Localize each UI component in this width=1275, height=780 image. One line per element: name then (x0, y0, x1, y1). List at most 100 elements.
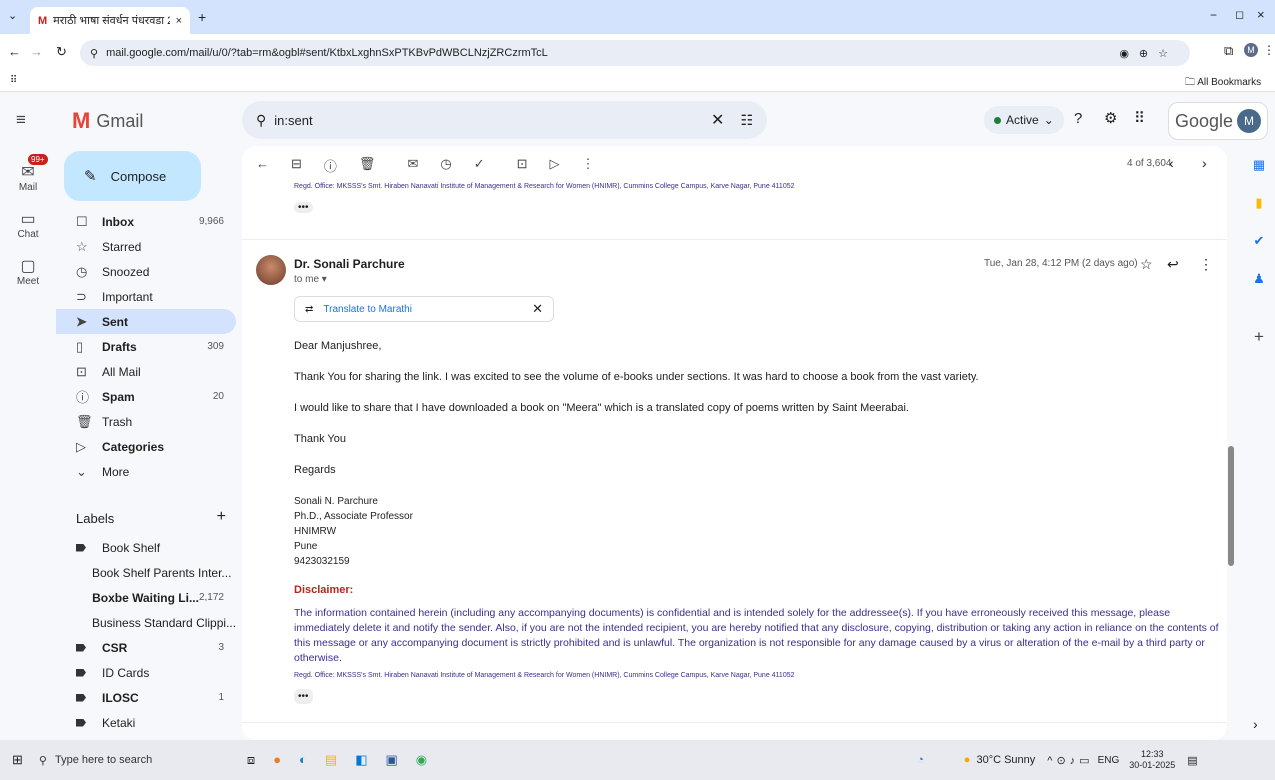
label-icon[interactable]: ▷ (550, 156, 560, 175)
extensions-icon[interactable]: ⧉ (1224, 43, 1233, 59)
rail-chat[interactable]: ▭ Chat (0, 209, 56, 240)
chevron-down-icon: ⌄ (76, 463, 87, 479)
status-selector[interactable]: Active ⌄ (984, 106, 1064, 134)
google-apps-icon[interactable]: ⠿ (1134, 109, 1145, 127)
sender-avatar[interactable] (256, 255, 286, 285)
tasks-icon[interactable]: ✔ (1243, 222, 1275, 260)
chrome-icon[interactable]: ◉ (416, 752, 427, 768)
nav-item-all-mail[interactable]: ⊡ All Mail (56, 359, 236, 384)
nav-item-trash[interactable]: 🗑 Trash (56, 409, 236, 434)
nav-item-spam[interactable]: ⓘ Spam 20 (56, 384, 236, 409)
report-spam-icon[interactable]: ⓘ (324, 156, 337, 175)
more-actions-icon[interactable]: ⋮ (582, 156, 595, 175)
delete-icon[interactable]: 🗑 (359, 156, 376, 175)
get-addons-icon[interactable]: + (1243, 318, 1275, 356)
minimize-button[interactable]: − (1210, 8, 1217, 22)
task-view-icon[interactable]: ⧈ (247, 752, 255, 768)
close-translate-icon[interactable]: ✕ (532, 301, 543, 317)
star-message-icon[interactable]: ☆ (1140, 256, 1153, 273)
all-bookmarks[interactable]: 🗀 All Bookmarks (1185, 75, 1261, 92)
browser-tab[interactable]: M मराठी भाषा संवर्धन पंधरवडा 2025 × (30, 7, 190, 34)
account-switcher[interactable]: Google M (1168, 102, 1268, 140)
taskbar-search[interactable]: ⚲ Type here to search (39, 744, 229, 776)
show-trimmed-button[interactable]: ••• (294, 202, 313, 213)
nav-item-inbox[interactable]: ☐ Inbox 9,966 (56, 209, 236, 234)
nav-item-snoozed[interactable]: ◷ Snoozed (56, 259, 236, 284)
label-item[interactable]: Ketaki (56, 710, 236, 735)
weather-widget[interactable]: ● 30°C Sunny (964, 754, 1035, 766)
nav-item-more[interactable]: ⌄ More (56, 459, 236, 484)
prev-message-icon[interactable]: ‹ (1169, 155, 1174, 171)
windows-start-icon[interactable]: ⊞ (12, 752, 23, 768)
label-item[interactable]: ID Cards (56, 660, 236, 685)
rail-meet[interactable]: ▢ Meet (0, 256, 56, 287)
mark-unread-icon[interactable]: ✉ (407, 156, 418, 175)
chrome-helper-icon[interactable]: ◔ (917, 754, 924, 766)
nav-item-drafts[interactable]: ▯ Drafts 309 (56, 334, 236, 359)
show-trimmed-button-2[interactable]: ••• (294, 689, 313, 704)
compose-button[interactable]: ✎ Compose (64, 151, 201, 201)
reload-icon[interactable]: ↻ (56, 44, 67, 60)
rail-chat-label: Chat (17, 229, 39, 240)
settings-gear-icon[interactable]: ⚙ (1104, 109, 1117, 127)
forward-icon[interactable]: → (30, 44, 43, 59)
search-bar[interactable]: ⚲ in:sent ✕ ☷ (242, 101, 767, 139)
archive-icon[interactable]: ⊟ (291, 156, 302, 175)
search-options-icon[interactable]: ☷ (740, 112, 753, 129)
label-item[interactable]: Book Shelf (56, 535, 236, 560)
search-icon[interactable]: ⚲ (256, 112, 266, 129)
restore-button[interactable]: ◻ (1235, 8, 1244, 21)
address-bar[interactable]: ⚲ mail.google.com/mail/u/0/?tab=rm&ogbl#… (80, 40, 1190, 66)
close-window-button[interactable]: × (1257, 7, 1265, 22)
browser-menu-icon[interactable]: ⋮ (1263, 43, 1275, 57)
rail-mail[interactable]: ✉ Mail 99+ (0, 154, 56, 193)
bookmark-star-icon[interactable]: ◉⊕☆ (1119, 47, 1178, 60)
apps-icon[interactable]: ⠿ (10, 75, 17, 86)
tab-list-icon[interactable]: ⌄ (8, 9, 17, 22)
clock[interactable]: 12:33 30-01-2025 (1129, 749, 1175, 771)
label-item[interactable]: Book Shelf Parents Inter... (56, 560, 236, 585)
nav-item-important[interactable]: ⊃ Important (56, 284, 236, 309)
close-tab-icon[interactable]: × (176, 15, 182, 27)
nav-item-starred[interactable]: ☆ Starred (56, 234, 236, 259)
snooze-icon[interactable]: ◷ (440, 156, 451, 175)
calendar-icon[interactable]: ▦ (1243, 146, 1275, 184)
recipient-line[interactable]: to me ▾ (294, 274, 327, 285)
add-task-icon[interactable]: ✓ (474, 156, 485, 175)
clear-search-icon[interactable]: ✕ (711, 110, 724, 130)
scrollbar-thumb[interactable] (1228, 446, 1234, 566)
label-item[interactable]: Business Standard Clippi... (56, 610, 236, 635)
keep-icon[interactable]: ▮ (1243, 184, 1275, 222)
move-to-icon[interactable]: ⊡ (517, 156, 528, 175)
label-item[interactable]: Boxbe Waiting Li... 2,172 (56, 585, 236, 610)
add-label-icon[interactable]: + (217, 508, 226, 526)
translate-link[interactable]: Translate to Marathi (323, 304, 412, 315)
site-info-icon[interactable]: ⚲ (90, 47, 98, 60)
notifications-icon[interactable]: ▤ (1187, 754, 1197, 767)
photos-app-icon[interactable]: ● (273, 752, 281, 768)
language-indicator[interactable]: ENG (1098, 755, 1120, 766)
avatar[interactable]: M (1237, 109, 1261, 133)
back-to-list-icon[interactable]: ← (256, 156, 269, 175)
edge-icon[interactable]: ◐ (299, 752, 307, 768)
outlook-icon[interactable]: ◧ (355, 752, 367, 768)
sender-name[interactable]: Dr. Sonali Parchure (294, 257, 405, 271)
label-item[interactable]: ILOSC 1 (56, 685, 236, 710)
back-icon[interactable]: ← (8, 44, 21, 59)
file-explorer-icon[interactable]: ▤ (325, 752, 337, 768)
new-tab-button[interactable]: + (198, 9, 206, 25)
expand-panel-icon[interactable]: › (1253, 716, 1258, 732)
profile-icon[interactable]: M (1244, 43, 1258, 57)
word-icon[interactable]: ▣ (386, 752, 398, 768)
search-input[interactable]: in:sent (274, 113, 312, 128)
system-tray-icons[interactable]: ^⊙♪▭ (1047, 754, 1093, 767)
label-item[interactable]: CSR 3 (56, 635, 236, 660)
next-message-icon[interactable]: › (1202, 155, 1207, 171)
contacts-icon[interactable]: ♟ (1243, 260, 1275, 298)
help-icon[interactable]: ? (1074, 110, 1082, 127)
nav-item-label: More (102, 464, 130, 479)
message-more-icon[interactable]: ⋮ (1199, 256, 1213, 273)
nav-item-sent[interactable]: ➤ Sent (56, 309, 236, 334)
nav-item-categories[interactable]: ▷ Categories (56, 434, 236, 459)
reply-icon[interactable]: ↩ (1167, 256, 1179, 273)
